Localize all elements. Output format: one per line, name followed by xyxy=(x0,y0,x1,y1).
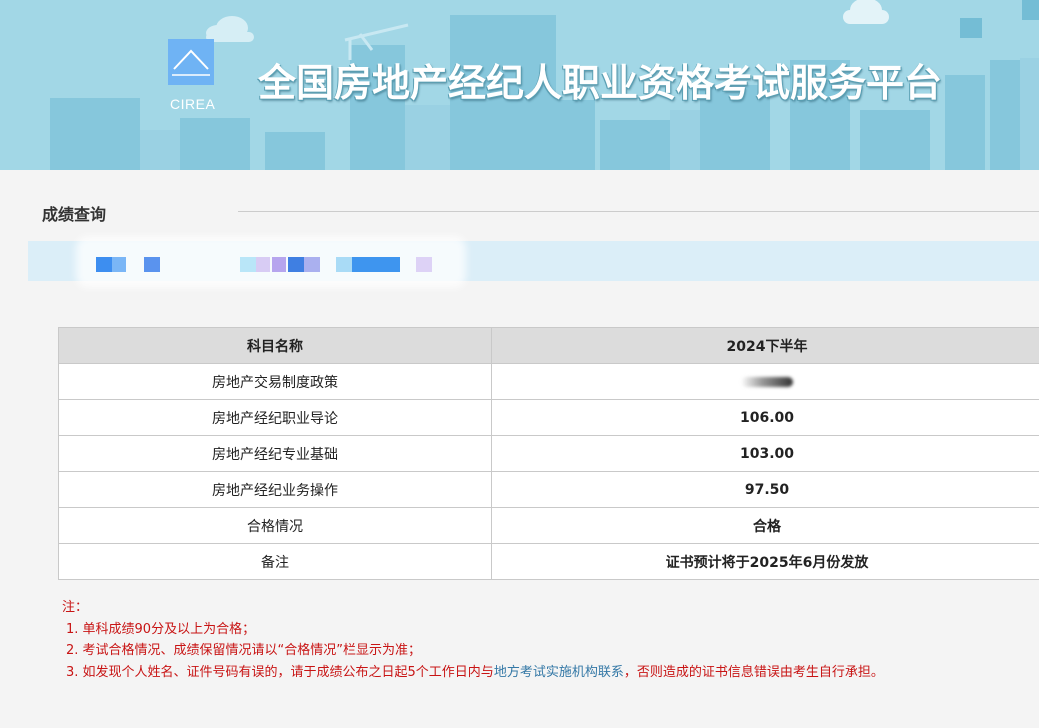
page-title: 成绩查询 xyxy=(42,205,107,224)
table-row: 合格情况 合格 xyxy=(58,507,1039,544)
note-item-3-prefix: 3. 如发现个人姓名、证件号码有误的，请于成绩公布之日起5个工作日内与 xyxy=(66,664,494,680)
logo-text: CIREA xyxy=(170,96,216,112)
remarks-label: 备注 xyxy=(58,543,492,580)
column-header-subject: 科目名称 xyxy=(58,327,492,364)
table-row: 房地产经纪专业基础 103.00 xyxy=(58,435,1039,472)
title-divider xyxy=(238,211,1039,212)
subject-score: 97.50 xyxy=(491,471,1039,508)
subject-name: 房地产经纪专业基础 xyxy=(58,435,492,472)
subject-name: 房地产经纪业务操作 xyxy=(58,471,492,508)
subject-name: 房地产经纪职业导论 xyxy=(58,399,492,436)
local-exam-authority-link[interactable]: 地方考试实施机构联系 xyxy=(494,665,624,680)
table-row: 房地产经纪业务操作 97.50 xyxy=(58,471,1039,508)
cloud-icon xyxy=(843,0,889,24)
redacted-score xyxy=(741,376,793,387)
note-item-1: 1. 单科成绩90分及以上为合格； xyxy=(66,621,256,637)
table-row: 房地产经纪职业导论 106.00 xyxy=(58,399,1039,436)
remarks-value: 证书预计将于2025年6月份发放 xyxy=(491,543,1039,580)
redacted-candidate-info xyxy=(96,257,436,272)
score-table: 科目名称 2024下半年 房地产交易制度政策 房地产经纪职业导论 106.00 … xyxy=(58,327,1039,580)
roof-icon xyxy=(172,49,210,76)
notes-section: 注： 1. 单科成绩90分及以上为合格； 2. 考试合格情况、成绩保留情况请以“… xyxy=(62,597,884,683)
subject-score: 106.00 xyxy=(491,399,1039,436)
subject-score: 103.00 xyxy=(491,435,1039,472)
table-header-row: 科目名称 2024下半年 xyxy=(58,327,1039,364)
table-row: 备注 证书预计将于2025年6月份发放 xyxy=(58,543,1039,580)
note-item-3-suffix: ，否则造成的证书信息错误由考生自行承担。 xyxy=(623,664,884,680)
note-item-2: 2. 考试合格情况、成绩保留情况请以“合格情况”栏显示为准； xyxy=(66,643,422,658)
pass-status-label: 合格情况 xyxy=(58,507,492,544)
note-item-3: 3. 如发现个人姓名、证件号码有误的，请于成绩公布之日起5个工作日内与地方考试实… xyxy=(62,662,884,684)
notes-label: 注： xyxy=(62,600,89,615)
column-header-term: 2024下半年 xyxy=(491,327,1039,364)
table-row: 房地产交易制度政策 xyxy=(58,363,1039,400)
cirea-logo xyxy=(168,39,214,85)
subject-score-redacted xyxy=(491,363,1039,400)
platform-title: 全国房地产经纪人职业资格考试服务平台 xyxy=(258,61,943,105)
header-banner: CIREA 全国房地产经纪人职业资格考试服务平台 xyxy=(0,0,1039,170)
pass-status-value: 合格 xyxy=(491,507,1039,544)
subject-name: 房地产交易制度政策 xyxy=(58,363,492,400)
